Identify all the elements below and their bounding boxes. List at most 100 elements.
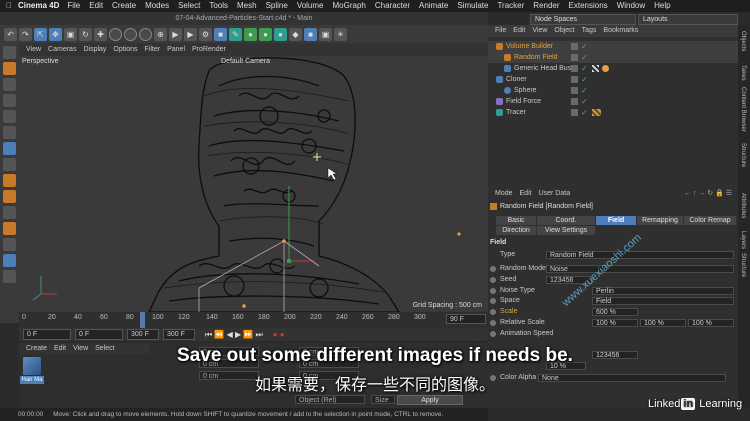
tab-field[interactable]: Field xyxy=(596,216,636,225)
render-picture-icon[interactable]: ▶ xyxy=(184,27,197,41)
visibility-toggle[interactable] xyxy=(571,109,578,116)
snap-settings-icon[interactable] xyxy=(3,190,16,203)
menu-simulate[interactable]: Simulate xyxy=(457,0,488,12)
attr-row-seed[interactable]: Seed 123456 xyxy=(488,275,738,285)
visibility-toggle[interactable] xyxy=(571,98,578,105)
cloner-icon[interactable]: ● xyxy=(259,27,272,41)
texture-tag-icon[interactable] xyxy=(592,65,599,72)
menu-window[interactable]: Window xyxy=(617,0,645,12)
object-row-random-field[interactable]: Random Field ✓ xyxy=(488,52,738,63)
attr-menu-mode[interactable]: Mode xyxy=(495,188,513,199)
move-icon[interactable]: ✥ xyxy=(49,27,62,41)
scale-field[interactable]: 600 % xyxy=(592,308,638,316)
record-icon[interactable]: ● ● xyxy=(273,328,285,341)
tab-content-browser[interactable]: Content Browser xyxy=(740,87,746,132)
points-mode-icon[interactable] xyxy=(3,78,16,91)
timeline-ruler[interactable]: 0 20 40 60 80 100 120 140 160 180 200 22… xyxy=(19,312,488,328)
tab-basic[interactable]: Basic xyxy=(496,216,536,225)
undo-icon[interactable]: ↶ xyxy=(4,27,17,41)
tab-coord[interactable]: Coord. xyxy=(537,216,595,225)
animate-dot-icon[interactable] xyxy=(490,277,496,283)
y-axis-icon[interactable] xyxy=(124,27,137,41)
attr-row-animation-speed[interactable]: Animation Speed xyxy=(488,329,738,339)
x-axis-icon[interactable] xyxy=(109,27,122,41)
om-menu-view[interactable]: View xyxy=(532,25,547,37)
tweak-icon[interactable] xyxy=(3,158,16,171)
menu-create[interactable]: Create xyxy=(112,0,136,12)
visibility-toggle[interactable] xyxy=(571,54,578,61)
attr-menu-user-data[interactable]: User Data xyxy=(539,188,571,199)
attr-row-space[interactable]: Space Field xyxy=(488,296,738,306)
tab-attributes[interactable]: Attributes xyxy=(740,193,746,218)
light-icon[interactable]: ☀ xyxy=(334,27,347,41)
relative-scale-x[interactable]: 100 % xyxy=(592,319,638,327)
material-tag-icon[interactable] xyxy=(602,65,609,72)
om-menu-object[interactable]: Object xyxy=(554,25,574,37)
animate-dot-icon[interactable] xyxy=(490,288,496,294)
attr-row-relative-scale[interactable]: Relative Scale 100 % 100 % 100 % xyxy=(488,318,738,328)
space-dropdown[interactable]: Field xyxy=(592,297,734,305)
menu-modes[interactable]: Modes xyxy=(145,0,169,12)
end-frame-field[interactable]: 300 F xyxy=(127,329,159,340)
coordinate-system-icon[interactable]: ⊕ xyxy=(154,27,167,41)
pen-icon[interactable]: ✎ xyxy=(229,27,242,41)
enabled-check-icon[interactable]: ✓ xyxy=(581,41,588,52)
menu-tools[interactable]: Tools xyxy=(209,0,228,12)
menu-mograph[interactable]: MoGraph xyxy=(333,0,366,12)
enabled-check-icon[interactable]: ✓ xyxy=(581,85,588,96)
deformer-icon[interactable]: ◆ xyxy=(289,27,302,41)
live-select-icon[interactable]: ⇱ xyxy=(34,27,47,41)
viewport-solo-icon[interactable] xyxy=(3,270,16,283)
camera-label[interactable]: Default Camera xyxy=(221,58,270,65)
solo-icon[interactable] xyxy=(3,254,16,267)
menu-file[interactable]: File xyxy=(67,0,80,12)
menu-spline[interactable]: Spline xyxy=(266,0,288,12)
viewport-menu-options[interactable]: Options xyxy=(113,43,137,56)
attr-menu-edit[interactable]: Edit xyxy=(520,188,532,199)
enable-axis-icon[interactable] xyxy=(3,142,16,155)
enabled-check-icon[interactable]: ✓ xyxy=(581,52,588,63)
animate-dot-icon[interactable] xyxy=(490,331,496,337)
max-frame-field[interactable]: 300 F xyxy=(163,329,195,340)
polygons-mode-icon[interactable] xyxy=(3,110,16,123)
viewport-menu-display[interactable]: Display xyxy=(83,43,106,56)
render-view-icon[interactable]: ▶ xyxy=(169,27,182,41)
menu-mesh[interactable]: Mesh xyxy=(237,0,257,12)
relative-scale-z[interactable]: 100 % xyxy=(688,319,734,327)
scene-icon[interactable]: ■ xyxy=(304,27,317,41)
tag-icon[interactable] xyxy=(592,109,601,116)
visibility-toggle[interactable] xyxy=(571,87,578,94)
current-frame-field[interactable]: 90 F xyxy=(446,314,486,324)
node-spaces-dropdown[interactable]: Node Spaces xyxy=(530,14,636,25)
workplane-icon[interactable] xyxy=(3,206,16,219)
tab-remapping[interactable]: Remapping xyxy=(637,216,683,225)
tab-objects[interactable]: Objects xyxy=(740,31,746,51)
visibility-toggle[interactable] xyxy=(571,43,578,50)
enabled-check-icon[interactable]: ✓ xyxy=(581,107,588,118)
object-row-tracer[interactable]: Tracer ✓ xyxy=(488,107,738,118)
object-row-field-force[interactable]: Field Force ✓ xyxy=(488,96,738,107)
subdivision-icon[interactable]: ● xyxy=(244,27,257,41)
redo-icon[interactable]: ↷ xyxy=(19,27,32,41)
menu-help[interactable]: Help xyxy=(654,0,670,12)
om-menu-edit[interactable]: Edit xyxy=(513,25,525,37)
viewport-menu-panel[interactable]: Panel xyxy=(167,43,185,56)
noise-type-dropdown[interactable]: Perlin xyxy=(592,287,734,295)
lock-workplane-icon[interactable] xyxy=(3,222,16,235)
visibility-toggle[interactable] xyxy=(571,76,578,83)
edges-mode-icon[interactable] xyxy=(3,94,16,107)
z-axis-icon[interactable] xyxy=(139,27,152,41)
object-row-sphere[interactable]: Sphere ✓ xyxy=(488,85,738,96)
coordinate-mode-dropdown[interactable]: Object (Rel) xyxy=(295,395,365,404)
tab-structure[interactable]: Structure xyxy=(740,143,746,167)
field-icon[interactable]: ● xyxy=(274,27,287,41)
size-mode-dropdown[interactable]: Size xyxy=(371,395,395,404)
random-mode-dropdown[interactable]: Noise xyxy=(546,265,734,273)
render-settings-icon[interactable]: ⚙ xyxy=(199,27,212,41)
type-dropdown[interactable]: Random Field xyxy=(546,251,734,259)
om-menu-bookmarks[interactable]: Bookmarks xyxy=(603,25,638,37)
tab-color-remap[interactable]: Color Remap xyxy=(684,216,736,225)
animate-dot-icon[interactable] xyxy=(490,298,496,304)
start-frame-field[interactable]: 0 F xyxy=(23,329,71,340)
viewport-menu-prorender[interactable]: ProRender xyxy=(192,43,226,56)
